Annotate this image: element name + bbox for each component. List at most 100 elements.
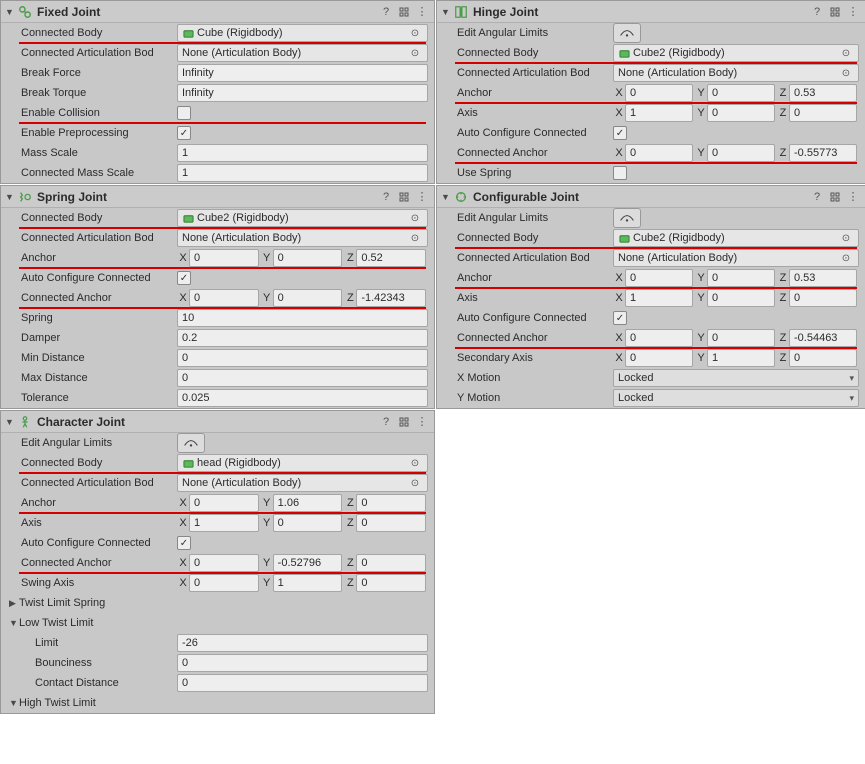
connected-articulation-field[interactable]: None (Articulation Body) ⊙ — [177, 44, 428, 62]
edit-limits-button[interactable] — [613, 23, 641, 43]
connected-articulation-field[interactable]: None (Articulation Body) ⊙ — [177, 229, 428, 247]
preset-icon[interactable] — [827, 189, 843, 205]
secondary-axis-x[interactable]: 0 — [625, 349, 693, 367]
object-picker-icon[interactable]: ⊙ — [838, 233, 854, 244]
max-distance-field[interactable]: 0 — [177, 369, 428, 387]
connected-articulation-field[interactable]: None (Articulation Body) ⊙ — [177, 474, 428, 492]
connected-body-field[interactable]: Cube (Rigidbody) ⊙ — [177, 24, 428, 42]
secondary-axis-z[interactable]: 0 — [789, 349, 857, 367]
object-picker-icon[interactable]: ⊙ — [407, 458, 423, 469]
anchor-z[interactable]: 0.53 — [789, 84, 857, 102]
edit-limits-button[interactable] — [613, 208, 641, 228]
foldout-icon[interactable]: ▼ — [5, 192, 15, 202]
menu-icon[interactable]: ⋮ — [414, 4, 430, 20]
secondary-axis-y[interactable]: 1 — [707, 349, 775, 367]
object-picker-icon[interactable]: ⊙ — [838, 48, 854, 59]
anchor-x[interactable]: 0 — [625, 269, 693, 287]
connected-anchor-x[interactable]: 0 — [189, 289, 259, 307]
damper-field[interactable]: 0.2 — [177, 329, 428, 347]
axis-x[interactable]: 1 — [189, 514, 259, 532]
object-picker-icon[interactable]: ⊙ — [407, 213, 423, 224]
object-picker-icon[interactable]: ⊙ — [838, 68, 854, 79]
use-spring-checkbox[interactable] — [613, 166, 627, 180]
axis-y[interactable]: 0 — [707, 104, 775, 122]
foldout-icon[interactable]: ▼ — [5, 7, 15, 17]
preset-icon[interactable] — [827, 4, 843, 20]
axis-z[interactable]: 0 — [789, 289, 857, 307]
connected-anchor-z[interactable]: -0.55773 — [789, 144, 857, 162]
axis-y[interactable]: 0 — [707, 289, 775, 307]
connected-anchor-y[interactable]: -0.52796 — [273, 554, 343, 572]
spring-field[interactable]: 10 — [177, 309, 428, 327]
anchor-x[interactable]: 0 — [625, 84, 693, 102]
connected-articulation-field[interactable]: None (Articulation Body) ⊙ — [613, 64, 859, 82]
connected-body-field[interactable]: head (Rigidbody) ⊙ — [177, 454, 428, 472]
connected-anchor-y[interactable]: 0 — [707, 144, 775, 162]
auto-configure-checkbox[interactable]: ✓ — [613, 126, 627, 140]
connected-articulation-field[interactable]: None (Articulation Body) ⊙ — [613, 249, 859, 267]
twist-limit-spring-foldout[interactable]: ▶ Twist Limit Spring — [1, 593, 434, 613]
help-icon[interactable]: ? — [378, 189, 394, 205]
help-icon[interactable]: ? — [809, 4, 825, 20]
preset-icon[interactable] — [396, 189, 412, 205]
auto-configure-checkbox[interactable]: ✓ — [177, 536, 191, 550]
menu-icon[interactable]: ⋮ — [414, 189, 430, 205]
connected-anchor-y[interactable]: 0 — [273, 289, 343, 307]
enable-preprocessing-checkbox[interactable]: ✓ — [177, 126, 191, 140]
anchor-z[interactable]: 0.52 — [356, 249, 426, 267]
foldout-icon[interactable]: ▼ — [441, 192, 451, 202]
mass-scale-field[interactable]: 1 — [177, 144, 428, 162]
connected-body-field[interactable]: Cube2 (Rigidbody) ⊙ — [177, 209, 428, 227]
anchor-y[interactable]: 0 — [707, 269, 775, 287]
swing-axis-z[interactable]: 0 — [356, 574, 426, 592]
connected-anchor-z[interactable]: -1.42343 — [356, 289, 426, 307]
swing-axis-x[interactable]: 0 — [189, 574, 259, 592]
axis-x[interactable]: 1 — [625, 289, 693, 307]
help-icon[interactable]: ? — [378, 414, 394, 430]
low-twist-limit-foldout[interactable]: ▼ Low Twist Limit — [1, 613, 434, 633]
preset-icon[interactable] — [396, 4, 412, 20]
contact-distance-field[interactable]: 0 — [177, 674, 428, 692]
y-motion-dropdown[interactable]: Locked — [613, 389, 859, 407]
break-force-field[interactable]: Infinity — [177, 64, 428, 82]
axis-x[interactable]: 1 — [625, 104, 693, 122]
high-twist-limit-foldout[interactable]: ▼ High Twist Limit — [1, 693, 434, 713]
auto-configure-checkbox[interactable]: ✓ — [613, 311, 627, 325]
menu-icon[interactable]: ⋮ — [845, 189, 861, 205]
connected-anchor-x[interactable]: 0 — [625, 144, 693, 162]
connected-anchor-x[interactable]: 0 — [189, 554, 259, 572]
help-icon[interactable]: ? — [378, 4, 394, 20]
x-motion-dropdown[interactable]: Locked — [613, 369, 859, 387]
preset-icon[interactable] — [396, 414, 412, 430]
anchor-x[interactable]: 0 — [189, 494, 259, 512]
object-picker-icon[interactable]: ⊙ — [407, 233, 423, 244]
tolerance-field[interactable]: 0.025 — [177, 389, 428, 407]
bounciness-field[interactable]: 0 — [177, 654, 428, 672]
menu-icon[interactable]: ⋮ — [414, 414, 430, 430]
swing-axis-y[interactable]: 1 — [273, 574, 343, 592]
help-icon[interactable]: ? — [809, 189, 825, 205]
anchor-x[interactable]: 0 — [189, 249, 259, 267]
break-torque-field[interactable]: Infinity — [177, 84, 428, 102]
anchor-y[interactable]: 0 — [707, 84, 775, 102]
menu-icon[interactable]: ⋮ — [845, 4, 861, 20]
object-picker-icon[interactable]: ⊙ — [407, 478, 423, 489]
connected-anchor-y[interactable]: 0 — [707, 329, 775, 347]
connected-anchor-z[interactable]: 0 — [356, 554, 426, 572]
anchor-z[interactable]: 0.53 — [789, 269, 857, 287]
axis-z[interactable]: 0 — [356, 514, 426, 532]
connected-body-field[interactable]: Cube2 (Rigidbody) ⊙ — [613, 44, 859, 62]
object-picker-icon[interactable]: ⊙ — [407, 48, 423, 59]
anchor-y[interactable]: 1.06 — [273, 494, 343, 512]
axis-y[interactable]: 0 — [273, 514, 343, 532]
edit-limits-button[interactable] — [177, 433, 205, 453]
auto-configure-checkbox[interactable]: ✓ — [177, 271, 191, 285]
connected-body-field[interactable]: Cube2 (Rigidbody) ⊙ — [613, 229, 859, 247]
foldout-icon[interactable]: ▼ — [441, 7, 451, 17]
limit-field[interactable]: -26 — [177, 634, 428, 652]
anchor-z[interactable]: 0 — [356, 494, 426, 512]
foldout-icon[interactable]: ▼ — [5, 417, 15, 427]
object-picker-icon[interactable]: ⊙ — [407, 28, 423, 39]
anchor-y[interactable]: 0 — [273, 249, 343, 267]
connected-anchor-x[interactable]: 0 — [625, 329, 693, 347]
